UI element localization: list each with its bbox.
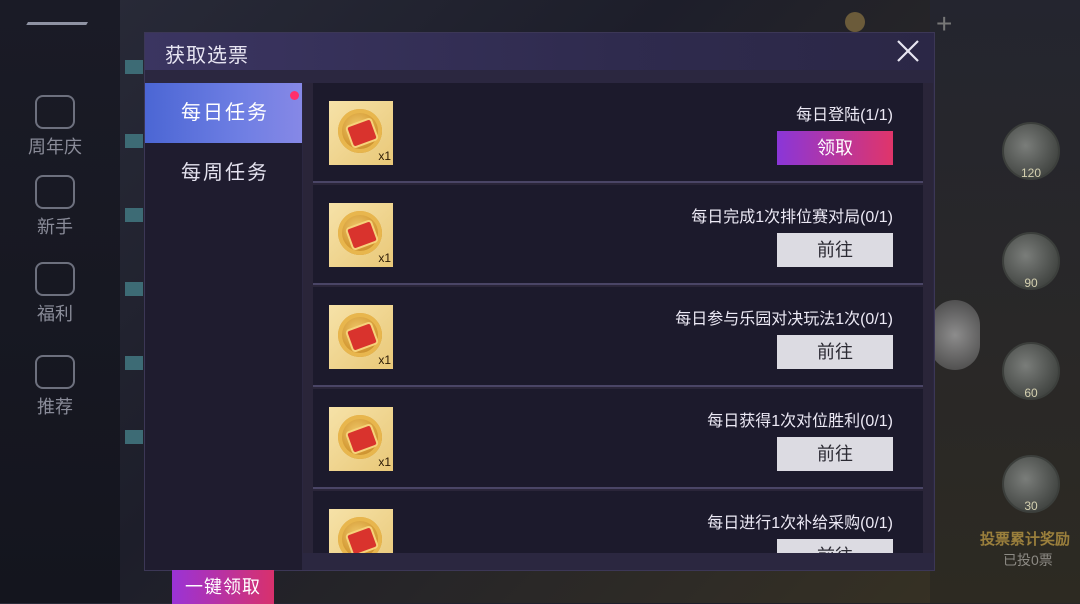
list-tag bbox=[125, 282, 143, 296]
go-button[interactable]: 前往 bbox=[777, 233, 893, 267]
ticket-reward-icon: x1 bbox=[329, 203, 393, 267]
dialog-header: 获取选票 bbox=[145, 33, 934, 70]
tab-label: 每周任务 bbox=[181, 162, 269, 184]
go-button[interactable]: 前往 bbox=[777, 335, 893, 369]
ticket-icon bbox=[344, 218, 380, 252]
currency-icon bbox=[845, 12, 865, 32]
nav-recommend: 推荐 bbox=[20, 355, 90, 419]
task-row: x1 每日进行1次补给采购(0/1) 前往 bbox=[313, 491, 923, 553]
task-sidebar: 每日任务 每周任务 一键领取 bbox=[145, 83, 302, 604]
anniversary-icon bbox=[35, 95, 75, 129]
ticket-reward-icon: x1 bbox=[329, 509, 393, 553]
tab-weekly-tasks[interactable]: 每周任务 bbox=[145, 143, 302, 203]
reward-coin-value: 60 bbox=[1024, 386, 1038, 400]
nav-label: 新手 bbox=[37, 217, 73, 237]
task-row: x1 每日完成1次排位赛对局(0/1) 前往 bbox=[313, 185, 923, 285]
list-tag bbox=[125, 430, 143, 444]
reward-count: x1 bbox=[378, 353, 391, 367]
reward-coin-value: 30 bbox=[1024, 499, 1038, 513]
ticket-reward-icon: x1 bbox=[329, 101, 393, 165]
game-logo bbox=[26, 12, 94, 25]
nav-label: 福利 bbox=[37, 304, 73, 324]
reward-coin: 60 bbox=[1002, 342, 1060, 400]
claim-all-button[interactable]: 一键领取 bbox=[172, 570, 274, 604]
coin-icon bbox=[338, 517, 382, 553]
reward-coin: 90 bbox=[1002, 232, 1060, 290]
close-icon bbox=[897, 40, 919, 62]
nav-label: 推荐 bbox=[37, 397, 73, 417]
vote-ticket-dialog: 获取选票 每日任务 每周任务 一键领取 x1 每日登陆(1/1) 领取 x1 每… bbox=[145, 33, 934, 604]
nav-label: 周年庆 bbox=[28, 137, 82, 157]
ticket-reward-icon: x1 bbox=[329, 407, 393, 471]
coin-icon bbox=[338, 109, 382, 153]
list-tag bbox=[125, 60, 143, 74]
ticket-icon bbox=[344, 116, 380, 150]
task-row: x1 每日参与乐园对决玩法1次(0/1) 前往 bbox=[313, 287, 923, 387]
coin-icon bbox=[338, 415, 382, 459]
reward-coin: 30 bbox=[1002, 455, 1060, 513]
reward-count: x1 bbox=[378, 455, 391, 469]
go-button[interactable]: 前往 bbox=[777, 539, 893, 553]
list-tag bbox=[125, 356, 143, 370]
notification-dot bbox=[290, 91, 299, 100]
coin-icon bbox=[338, 313, 382, 357]
reward-count: x1 bbox=[378, 149, 391, 163]
go-button[interactable]: 前往 bbox=[777, 437, 893, 471]
list-tag bbox=[125, 208, 143, 222]
dialog-title: 获取选票 bbox=[165, 45, 249, 67]
reward-coin: 120 bbox=[1002, 122, 1060, 180]
tab-label: 每日任务 bbox=[181, 102, 269, 124]
reward-coin-value: 120 bbox=[1020, 166, 1042, 180]
task-row: x1 每日登陆(1/1) 领取 bbox=[313, 83, 923, 183]
steering-wheel-icon bbox=[35, 175, 75, 209]
background-nav: 周年庆 新手 福利 推荐 bbox=[0, 0, 120, 603]
list-tag bbox=[125, 134, 143, 148]
coin-icon bbox=[338, 211, 382, 255]
task-label: 每日进行1次补给采购(0/1) bbox=[707, 515, 893, 532]
reward-coin-value: 90 bbox=[1024, 276, 1038, 290]
nav-welfare: 福利 bbox=[20, 262, 90, 326]
add-icon: + bbox=[936, 8, 953, 39]
ticket-icon bbox=[344, 524, 380, 553]
gift-icon bbox=[35, 262, 75, 296]
task-label: 每日完成1次排位赛对局(0/1) bbox=[691, 209, 893, 226]
reward-count: x1 bbox=[378, 251, 391, 265]
close-button[interactable] bbox=[894, 37, 922, 65]
task-label: 每日获得1次对位胜利(0/1) bbox=[707, 413, 893, 430]
hot-icon bbox=[35, 355, 75, 389]
task-row: x1 每日获得1次对位胜利(0/1) 前往 bbox=[313, 389, 923, 489]
task-label: 每日登陆(1/1) bbox=[796, 107, 893, 124]
claim-button[interactable]: 领取 bbox=[777, 131, 893, 165]
ticket-icon bbox=[344, 320, 380, 354]
nav-newbie: 新手 bbox=[20, 175, 90, 239]
reward-title: 投票累计奖励 bbox=[980, 531, 1071, 548]
car-image bbox=[930, 300, 980, 370]
ticket-reward-icon: x1 bbox=[329, 305, 393, 369]
ticket-icon bbox=[344, 422, 380, 456]
nav-anniversary: 周年庆 bbox=[20, 95, 90, 159]
tab-daily-tasks[interactable]: 每日任务 bbox=[145, 83, 302, 143]
reward-subtitle: 已投0票 bbox=[1003, 552, 1053, 568]
task-list[interactable]: x1 每日登陆(1/1) 领取 x1 每日完成1次排位赛对局(0/1) 前往 x… bbox=[303, 83, 933, 553]
task-label: 每日参与乐园对决玩法1次(0/1) bbox=[675, 311, 893, 328]
